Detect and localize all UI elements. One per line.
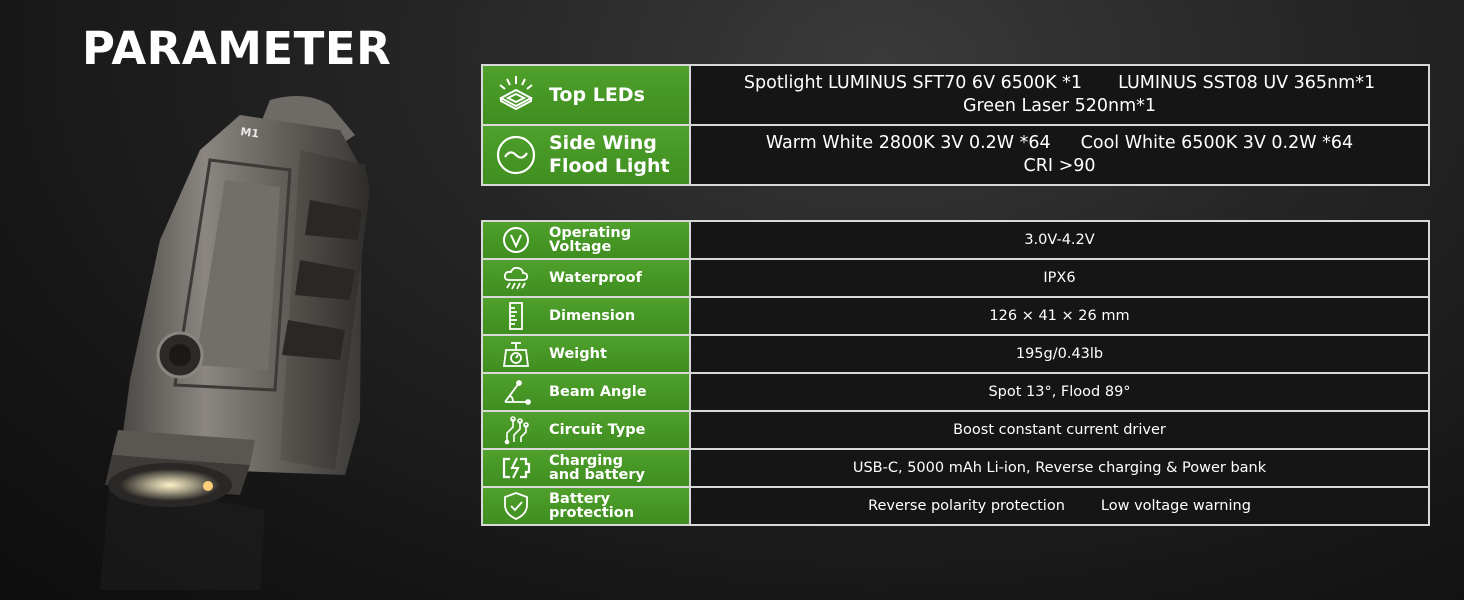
table-row: Side Wing Flood Light Warm White 2800K 3… xyxy=(481,124,1430,186)
spec-value: Boost constant current driver xyxy=(689,410,1430,450)
table-row: Beam Angle Spot 13°, Flood 89° xyxy=(481,372,1430,412)
model-mark: M1 xyxy=(240,125,260,140)
spec-label-cell: Side Wing Flood Light xyxy=(481,124,691,186)
spec-label-cell: Weight xyxy=(481,334,691,374)
spec-label-cell: Charging and battery xyxy=(481,448,691,488)
table-row: Battery protection Reverse polarity prote… xyxy=(481,486,1430,526)
table-row: Operating Voltage 3.0V-4.2V xyxy=(481,220,1430,260)
spec-label-cell: Beam Angle xyxy=(481,372,691,412)
spec-value-cell: Warm White 2800K 3V 0.2W *64 Cool White 6… xyxy=(689,124,1430,186)
flashlight-image: M1 xyxy=(100,96,370,590)
table-row: Circuit Type Boost constant current driv… xyxy=(481,410,1430,450)
table-row: Charging and battery USB-C, 5000 mAh Li-i… xyxy=(481,448,1430,488)
shield-check-icon xyxy=(504,492,528,520)
specs-table: Operating Voltage 3.0V-4.2V Waterproof IP… xyxy=(481,220,1430,526)
spec-label: Waterproof xyxy=(549,270,642,286)
spec-label: Top LEDs xyxy=(549,83,645,106)
table-row: Weight 195g/0.43lb xyxy=(481,334,1430,374)
spec-value-cell: Spotlight LUMINUS SFT70 6V 6500K *1 LUMIN… xyxy=(689,64,1430,126)
spec-label: protection xyxy=(549,505,635,521)
voltage-icon xyxy=(503,227,529,253)
circuit-icon xyxy=(504,416,529,445)
spec-label-cell: Dimension xyxy=(481,296,691,336)
spec-label: and battery xyxy=(549,467,645,483)
spec-value: CRI >90 xyxy=(1023,156,1096,176)
spec-label-cell: Operating Voltage xyxy=(481,220,691,260)
spec-value-cell: Reverse polarity protection Low voltage w… xyxy=(689,486,1430,526)
led-chip-icon xyxy=(498,76,534,111)
spec-value: 3.0V-4.2V xyxy=(689,220,1430,260)
scale-icon xyxy=(502,342,530,367)
rain-cloud-icon xyxy=(503,266,529,290)
spec-label: Flood Light xyxy=(549,155,670,177)
battery-charging-icon xyxy=(502,457,531,479)
spec-value: Green Laser 520nm*1 xyxy=(962,96,1157,116)
spec-value: 126 × 41 × 26 mm xyxy=(689,296,1430,336)
table-row: Waterproof IPX6 xyxy=(481,258,1430,298)
spec-label: Operating xyxy=(549,225,632,241)
spec-label-cell: Top LEDs xyxy=(481,64,691,126)
spec-value: 195g/0.43lb xyxy=(689,334,1430,374)
spec-value: Spotlight LUMINUS SFT70 6V 6500K *1 xyxy=(743,73,1083,93)
spec-label-cell: Circuit Type xyxy=(481,410,691,450)
angle-icon xyxy=(504,380,531,405)
spec-label: Side Wing xyxy=(549,132,657,154)
spec-label-cell: Waterproof xyxy=(481,258,691,298)
spec-value: Reverse polarity protection xyxy=(868,498,1065,514)
spec-value: IPX6 xyxy=(689,258,1430,298)
spec-value: Low voltage warning xyxy=(1100,498,1251,514)
ruler-icon xyxy=(509,302,523,330)
spec-label: Dimension xyxy=(549,308,636,324)
table-row: Dimension 126 × 41 × 26 mm xyxy=(481,296,1430,336)
spec-label-cell: Battery protection xyxy=(481,486,691,526)
spec-label: Weight xyxy=(549,346,607,362)
spec-label: Charging xyxy=(549,453,623,469)
flood-wave-icon xyxy=(496,135,536,175)
spec-label: Voltage xyxy=(549,239,612,255)
spec-label: Circuit Type xyxy=(549,422,646,438)
spec-value: USB-C, 5000 mAh Li-ion, Reverse charging… xyxy=(689,448,1430,488)
top-specs-table: Top LEDs Spotlight LUMINUS SFT70 6V 6500… xyxy=(481,64,1430,186)
spec-label: Beam Angle xyxy=(549,384,647,400)
spec-value: Spot 13°, Flood 89° xyxy=(689,372,1430,412)
spec-value: Warm White 2800K 3V 0.2W *64 xyxy=(765,133,1051,153)
table-row: Top LEDs Spotlight LUMINUS SFT70 6V 6500… xyxy=(481,64,1430,126)
spec-label: Battery xyxy=(549,491,611,507)
spec-value: LUMINUS SST08 UV 365nm*1 xyxy=(1118,73,1376,93)
spec-value: Cool White 6500K 3V 0.2W *64 xyxy=(1080,133,1354,153)
page-title: PARAMETER xyxy=(82,22,392,75)
